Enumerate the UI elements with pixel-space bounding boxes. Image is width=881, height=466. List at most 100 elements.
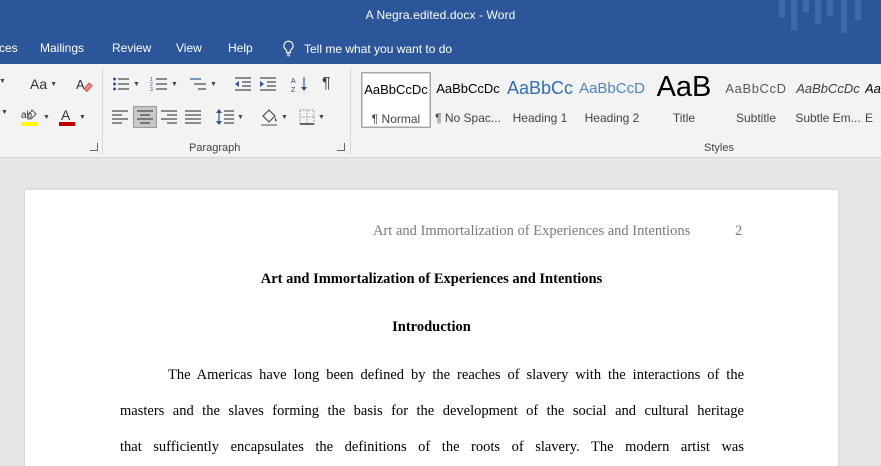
group-separator	[102, 68, 103, 154]
shading-button[interactable]: ▼	[260, 108, 288, 126]
show-formatting-marks-button[interactable]: ¶	[322, 75, 331, 93]
line-spacing-button[interactable]: ▼	[216, 108, 244, 126]
style-label: Subtitle	[735, 111, 777, 125]
align-center-button[interactable]	[133, 106, 157, 128]
decrease-indent-button[interactable]	[234, 76, 252, 92]
text-effects-caret-button[interactable]: ▼	[0, 109, 8, 116]
tab-review[interactable]: Review	[112, 41, 151, 55]
align-left-button[interactable]	[112, 110, 128, 124]
line-spacing-icon	[216, 109, 234, 125]
svg-text:Z: Z	[291, 87, 296, 93]
align-right-icon	[161, 110, 177, 124]
paragraph-line: The Americas have long been defined by t…	[168, 367, 744, 383]
document-page[interactable]: Art and Immortalization of Experiences a…	[25, 190, 838, 466]
tab-view[interactable]: View	[176, 41, 202, 55]
ribbon-tab-bar: ces Mailings Review View Help Tell me wh…	[0, 33, 881, 64]
bullets-button[interactable]: ▼	[112, 76, 140, 92]
chevron-down-icon: ▼	[318, 113, 325, 121]
style-title[interactable]: AaB Title	[649, 72, 719, 128]
style-preview: AaBbCcDc	[364, 82, 428, 97]
tab-help[interactable]: Help	[228, 41, 253, 55]
align-right-button[interactable]	[161, 110, 177, 124]
multilevel-list-button[interactable]: ▼	[189, 76, 217, 92]
numbered-list-icon: 1 2 3	[150, 77, 167, 92]
sort-button[interactable]: A Z	[291, 75, 309, 93]
change-case-label: Aa	[30, 76, 48, 92]
tab-references[interactable]: ces	[0, 41, 18, 55]
increase-indent-icon	[260, 77, 276, 91]
page-number: 2	[735, 223, 743, 239]
paragraph-dialog-launcher[interactable]	[337, 143, 345, 151]
multilevel-list-icon	[190, 78, 206, 90]
numbering-button[interactable]: 1 2 3 ▼	[150, 76, 178, 92]
group-separator	[350, 68, 351, 154]
tab-mailings[interactable]: Mailings	[40, 41, 84, 55]
clear-formatting-icon: A	[76, 77, 93, 93]
styles-group-label: Styles	[704, 142, 734, 154]
chevron-down-icon: ▼	[50, 80, 58, 88]
increase-indent-button[interactable]	[259, 76, 277, 92]
style-label: ¶ Normal	[371, 112, 421, 126]
style-label: Heading 2	[584, 111, 640, 125]
paragraph-group-label: Paragraph	[189, 142, 241, 154]
font-dialog-launcher[interactable]	[90, 143, 98, 151]
style-heading-1[interactable]: AaBbCc Heading 1	[505, 72, 575, 128]
chevron-down-icon: ▼	[237, 113, 244, 121]
chevron-down-icon: ▼	[133, 80, 140, 88]
svg-text:3: 3	[150, 87, 153, 92]
style-emphasis[interactable]: Aa E	[865, 72, 881, 128]
align-center-icon	[137, 110, 153, 124]
chevron-down-icon: ▼	[79, 113, 86, 121]
clear-formatting-button[interactable]: A	[75, 76, 93, 94]
style-normal[interactable]: AaBbCcDc ¶ Normal	[361, 72, 431, 128]
chevron-down-icon: ▼	[171, 80, 178, 88]
svg-text:A: A	[76, 77, 85, 92]
pilcrow-icon: ¶	[322, 75, 331, 92]
style-subtle-emphasis[interactable]: AaBbCcDc Subtle Em...	[793, 72, 863, 128]
style-preview: AaBbCcDc	[796, 81, 860, 96]
title-bar-decoration	[771, 0, 881, 33]
justify-button[interactable]	[185, 110, 201, 124]
ribbon: ▼ Aa ▼ A ▼ ab ▼ A ▼ ▼ 1 2 3 ▼ ▼ A Z ¶ ▼ …	[0, 64, 881, 158]
borders-icon	[299, 109, 315, 125]
style-preview: AaBbCcD	[579, 80, 645, 97]
sort-az-icon: A Z	[291, 77, 307, 93]
svg-text:A: A	[61, 107, 71, 123]
style-label: Heading 1	[512, 111, 568, 125]
style-preview: AaBbCcDc	[436, 81, 500, 96]
paragraph-line: that sufficiently encapsulates the defin…	[120, 439, 744, 455]
style-preview: Aa	[865, 81, 881, 96]
font-size-caret-button[interactable]: ▼	[0, 78, 6, 85]
style-preview: AaBbCcD	[725, 81, 787, 96]
chevron-down-icon: ▼	[0, 78, 6, 85]
lightbulb-icon	[283, 40, 294, 57]
text-highlight-button[interactable]: ab ▼	[20, 107, 50, 127]
font-color-button[interactable]: A ▼	[58, 107, 86, 127]
bullet-list-icon	[113, 77, 129, 91]
title-bar: A Negra.edited.docx - Word	[0, 0, 881, 33]
window-title: A Negra.edited.docx - Word	[365, 8, 516, 22]
style-heading-2[interactable]: AaBbCcD Heading 2	[577, 72, 647, 128]
tell-me-label: Tell me what you want to do	[304, 41, 453, 56]
chevron-down-icon: ▼	[43, 113, 50, 121]
style-preview: AaB	[656, 72, 712, 103]
decrease-indent-icon	[235, 77, 251, 91]
chevron-down-icon: ▼	[210, 80, 217, 88]
align-left-icon	[112, 110, 128, 124]
justify-icon	[185, 110, 201, 124]
style-label: ¶ No Spac...	[435, 111, 501, 125]
paragraph-line: masters and the slaves forming the basis…	[120, 403, 744, 419]
change-case-button[interactable]: Aa ▼	[30, 76, 57, 92]
style-label: E	[865, 111, 874, 125]
style-subtitle[interactable]: AaBbCcD Subtitle	[721, 72, 791, 128]
chevron-down-icon: ▼	[1, 109, 8, 116]
tell-me-search[interactable]: Tell me what you want to do	[282, 40, 452, 57]
font-color-icon: A	[59, 107, 75, 126]
style-no-spacing[interactable]: AaBbCcDc ¶ No Spac...	[433, 72, 503, 128]
chevron-down-icon: ▼	[281, 113, 288, 121]
style-label: Title	[672, 111, 696, 125]
borders-button[interactable]: ▼	[299, 109, 325, 125]
document-canvas[interactable]: Art and Immortalization of Experiences a…	[0, 159, 881, 466]
style-label: Subtle Em...	[795, 111, 861, 125]
document-title: Art and Immortalization of Experiences a…	[260, 271, 603, 287]
